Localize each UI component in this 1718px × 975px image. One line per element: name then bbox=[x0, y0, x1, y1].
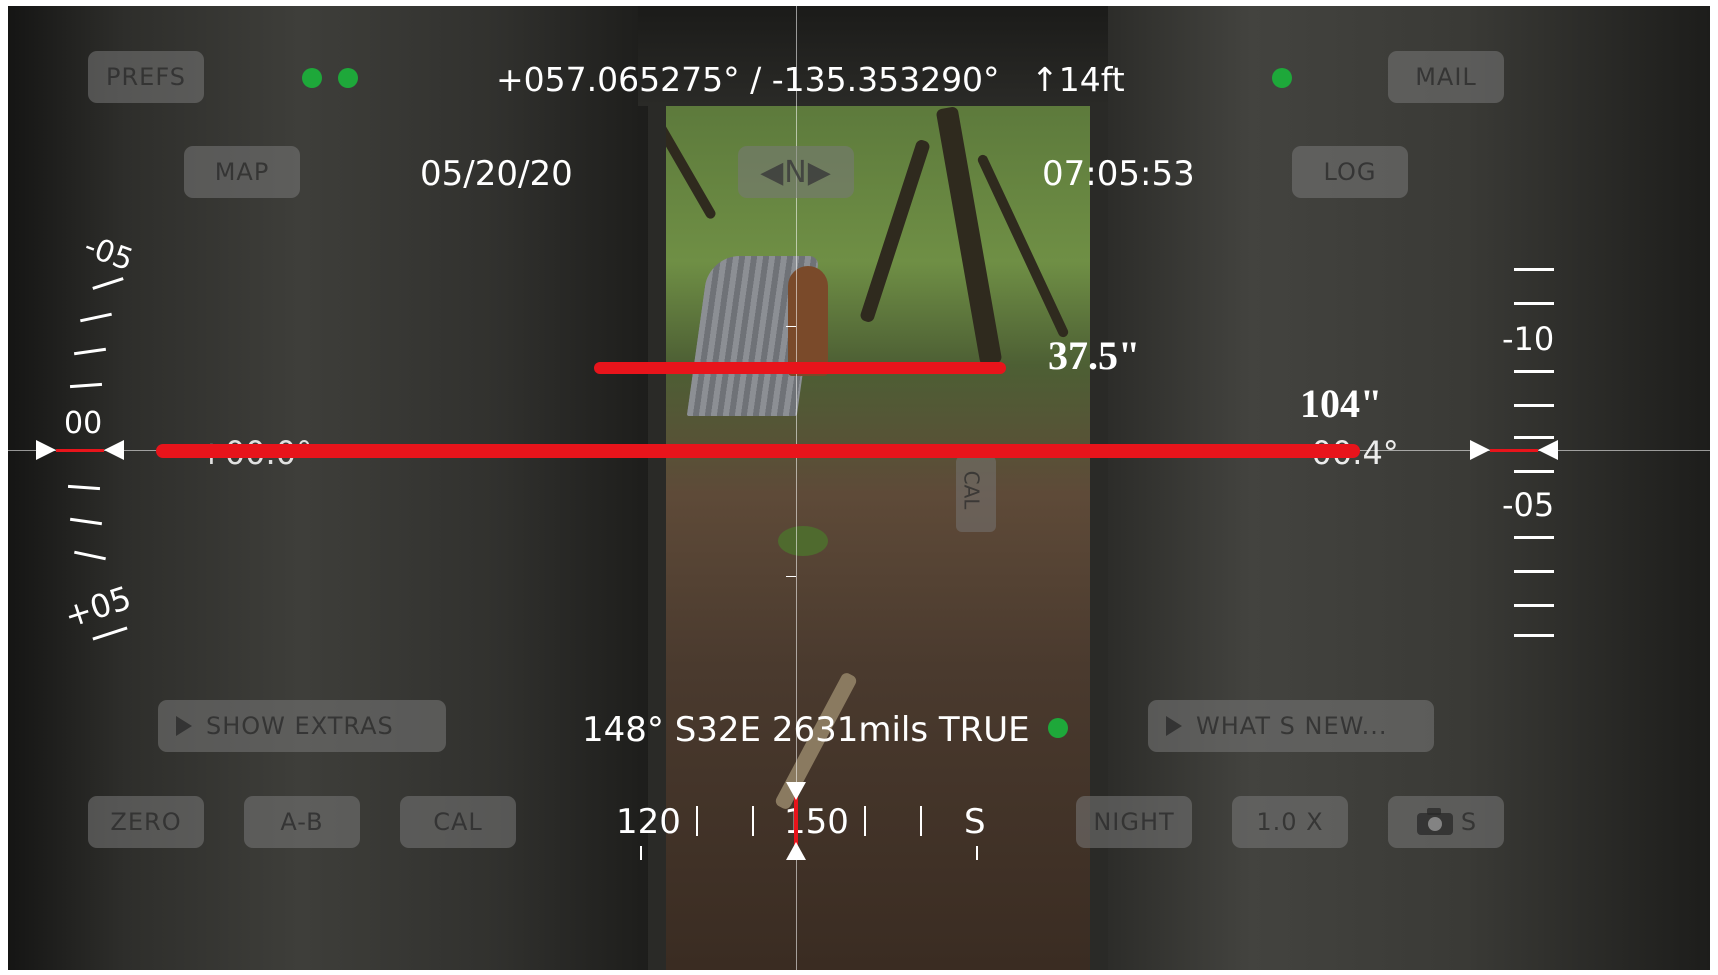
left-scale-center-label: 00 bbox=[64, 406, 103, 441]
night-label: NIGHT bbox=[1093, 808, 1175, 836]
status-dot bbox=[302, 68, 322, 88]
left-level-pointer-inner bbox=[104, 440, 124, 460]
scale-tick bbox=[1514, 268, 1554, 271]
rusted-sheet bbox=[788, 266, 828, 376]
date-readout: 05/20/20 bbox=[420, 154, 573, 194]
gps-coordinates: +057.065275° / -135.353290° ↑14ft bbox=[496, 60, 1125, 99]
doorway-forest-view bbox=[658, 106, 1098, 970]
altitude-readout: ↑14ft bbox=[1031, 60, 1125, 99]
left-level-marker bbox=[56, 449, 104, 452]
whats-new-label: WHAT S NEW... bbox=[1196, 712, 1388, 740]
right-level-pointer-outer bbox=[1538, 440, 1558, 460]
show-extras-button[interactable]: SHOW EXTRAS bbox=[158, 700, 446, 752]
tape-label: 120 bbox=[616, 802, 681, 842]
status-dot bbox=[338, 68, 358, 88]
zero-label: ZERO bbox=[110, 808, 182, 836]
heading-pointer-top bbox=[786, 782, 806, 800]
tree-branch bbox=[658, 111, 718, 221]
play-icon bbox=[1166, 716, 1182, 736]
scale-tick bbox=[1514, 604, 1554, 607]
mail-button[interactable]: MAIL bbox=[1388, 51, 1504, 103]
time-readout: 07:05:53 bbox=[1042, 154, 1195, 194]
zero-button[interactable]: ZERO bbox=[88, 796, 204, 848]
coordinates-text: +057.065275° / -135.353290° bbox=[496, 60, 1000, 99]
right-level-marker bbox=[1490, 449, 1538, 452]
left-level-pointer-outer bbox=[36, 440, 56, 460]
upper-measurement-label: 37.5" bbox=[1048, 333, 1141, 378]
zoom-button[interactable]: 1.0 X bbox=[1232, 796, 1348, 848]
scale-tick bbox=[1514, 634, 1554, 637]
tape-tick bbox=[864, 806, 866, 836]
zoom-label: 1.0 X bbox=[1256, 808, 1324, 836]
tape-tick bbox=[752, 806, 754, 836]
ab-label: A-B bbox=[280, 808, 324, 836]
heading-readout: 148° S32E 2631mils TRUE bbox=[582, 710, 1030, 750]
scale-tick bbox=[1514, 536, 1554, 539]
right-scale-lower-label: -05 bbox=[1502, 486, 1555, 524]
scale-tick bbox=[1514, 404, 1554, 407]
right-level-pointer-inner bbox=[1470, 440, 1490, 460]
scale-tick bbox=[1514, 302, 1554, 305]
tree-trunk bbox=[935, 106, 1003, 366]
whats-new-button[interactable]: WHAT S NEW... bbox=[1148, 700, 1434, 752]
status-dot bbox=[1272, 68, 1292, 88]
heading-pointer-bottom bbox=[786, 842, 806, 860]
scale-tick bbox=[1514, 470, 1554, 473]
crosshair-tick bbox=[786, 576, 796, 577]
map-label: MAP bbox=[214, 158, 270, 186]
tape-tick bbox=[920, 806, 922, 836]
log-label: LOG bbox=[1323, 158, 1377, 186]
play-icon bbox=[176, 716, 192, 736]
north-indicator-label: ◀N▶ bbox=[760, 154, 832, 190]
cal-label: CAL bbox=[433, 808, 483, 836]
stage: { "coordinates": { "text": "+057.065275°… bbox=[0, 0, 1718, 975]
scale-tick bbox=[1514, 436, 1554, 439]
tree-trunk bbox=[858, 138, 932, 324]
crosshair-tick bbox=[786, 326, 796, 327]
tape-label: S bbox=[964, 802, 986, 842]
ab-button[interactable]: A-B bbox=[244, 796, 360, 848]
side-cal-tab[interactable]: CAL bbox=[956, 456, 996, 532]
tape-tick bbox=[696, 806, 698, 836]
camera-icon bbox=[1416, 808, 1453, 835]
right-scale-upper-label: -10 bbox=[1502, 320, 1555, 358]
scale-tick bbox=[1514, 370, 1554, 373]
scale-tick bbox=[1514, 570, 1554, 573]
map-button[interactable]: MAP bbox=[184, 146, 300, 198]
status-dot bbox=[1048, 718, 1068, 738]
mail-label: MAIL bbox=[1415, 63, 1477, 91]
night-button[interactable]: NIGHT bbox=[1076, 796, 1192, 848]
prefs-label: PREFS bbox=[106, 63, 186, 91]
upper-measure-bar bbox=[594, 362, 1006, 374]
lower-measure-bar bbox=[156, 444, 1360, 458]
compass-north-indicator[interactable]: ◀N▶ bbox=[738, 146, 854, 198]
mossy-rock bbox=[778, 526, 828, 556]
cal-button[interactable]: CAL bbox=[400, 796, 516, 848]
camera-button[interactable]: S bbox=[1388, 796, 1504, 848]
side-tab-label: CAL bbox=[959, 470, 984, 510]
camera-viewfinder: PREFS +057.065275° / -135.353290° ↑14ft … bbox=[8, 6, 1710, 970]
tape-tick bbox=[976, 846, 978, 860]
log-button[interactable]: LOG bbox=[1292, 146, 1408, 198]
camera-suffix-label: S bbox=[1460, 808, 1478, 836]
lower-measurement-label: 104" bbox=[1300, 381, 1383, 426]
tape-tick bbox=[640, 846, 642, 860]
prefs-button[interactable]: PREFS bbox=[88, 51, 204, 103]
show-extras-label: SHOW EXTRAS bbox=[206, 712, 394, 740]
